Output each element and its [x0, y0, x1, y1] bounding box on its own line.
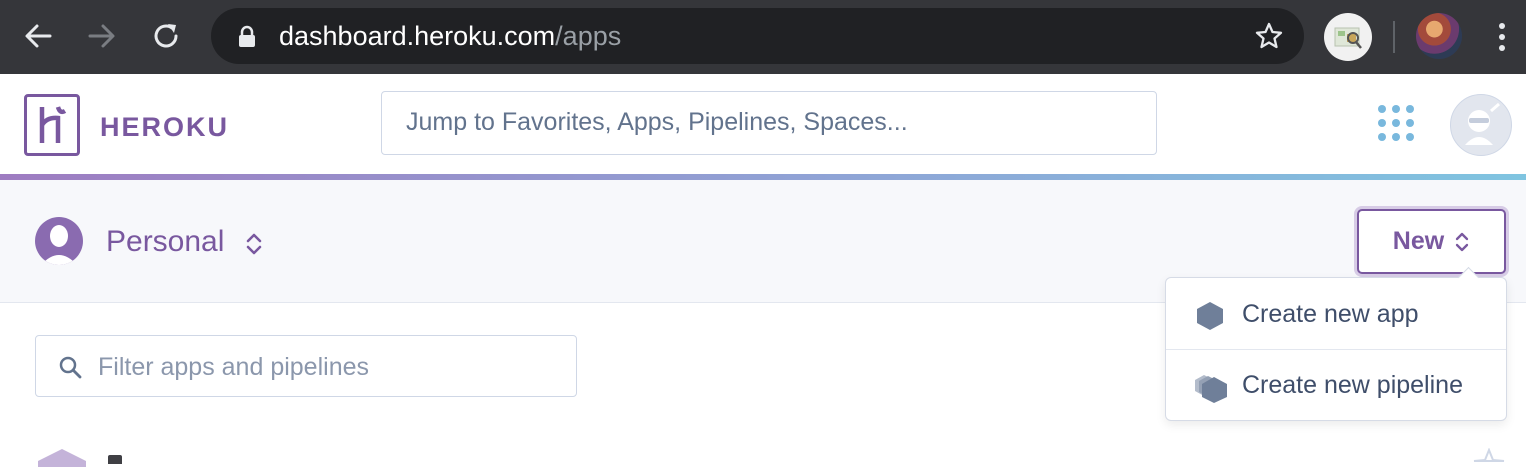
app-name-partial[interactable]	[108, 455, 122, 464]
global-search	[381, 91, 1157, 155]
lock-icon	[239, 25, 255, 47]
chrome-menu-button[interactable]	[1490, 20, 1514, 54]
reload-icon	[154, 24, 178, 48]
team-name[interactable]: Personal	[106, 225, 224, 259]
star-icon[interactable]	[1254, 21, 1284, 51]
forward-button[interactable]	[85, 19, 119, 53]
heroku-header: HEROKU	[0, 74, 1526, 177]
extension-button[interactable]	[1324, 13, 1372, 61]
favorite-star-icon[interactable]	[1472, 448, 1506, 464]
url-host: dashboard.heroku.com	[279, 21, 556, 51]
browser-toolbar: dashboard.heroku.com/apps	[0, 0, 1526, 74]
heroku-logo-icon	[39, 106, 67, 143]
hexagon-icon	[1197, 302, 1223, 330]
create-new-pipeline-label: Create new pipeline	[1242, 370, 1463, 399]
ninja-avatar-icon	[1465, 102, 1500, 145]
arrow-left-icon	[25, 24, 52, 48]
reload-button[interactable]	[149, 19, 183, 53]
filter-apps-input[interactable]	[96, 336, 560, 398]
app-hexagon-icon	[38, 449, 86, 467]
apps-grid-icon[interactable]	[1378, 105, 1416, 143]
heroku-logo[interactable]	[24, 94, 80, 156]
create-new-app-label: Create new app	[1242, 299, 1419, 328]
search-icon	[59, 356, 82, 379]
chevron-up-down-icon	[1456, 232, 1469, 251]
toolbar-divider	[1393, 21, 1395, 53]
team-avatar[interactable]	[35, 217, 83, 265]
logo-wordmark[interactable]: HEROKU	[100, 112, 229, 143]
create-new-app-item[interactable]: Create new app	[1166, 279, 1506, 349]
global-search-input[interactable]	[382, 92, 1146, 152]
profile-avatar[interactable]	[1416, 13, 1462, 59]
kebab-menu-icon	[1499, 23, 1505, 51]
extension-icon	[1334, 27, 1362, 49]
person-icon	[41, 225, 77, 265]
back-button[interactable]	[21, 19, 55, 53]
new-button-label: New	[1392, 227, 1445, 255]
url-path: /apps	[555, 21, 622, 51]
create-new-pipeline-item[interactable]: Create new pipeline	[1166, 350, 1506, 420]
url-text: dashboard.heroku.com/apps	[279, 20, 621, 52]
user-avatar[interactable]	[1450, 94, 1512, 156]
stacked-hexagons-icon	[1195, 375, 1227, 403]
address-bar[interactable]: dashboard.heroku.com/apps	[211, 8, 1304, 64]
new-button[interactable]: New	[1357, 209, 1506, 274]
arrow-right-icon	[88, 24, 115, 48]
filter-apps	[35, 335, 577, 398]
chevron-up-down-icon[interactable]	[245, 231, 263, 257]
new-dropdown-menu: Create new app Create new pipeline	[1165, 266, 1507, 421]
